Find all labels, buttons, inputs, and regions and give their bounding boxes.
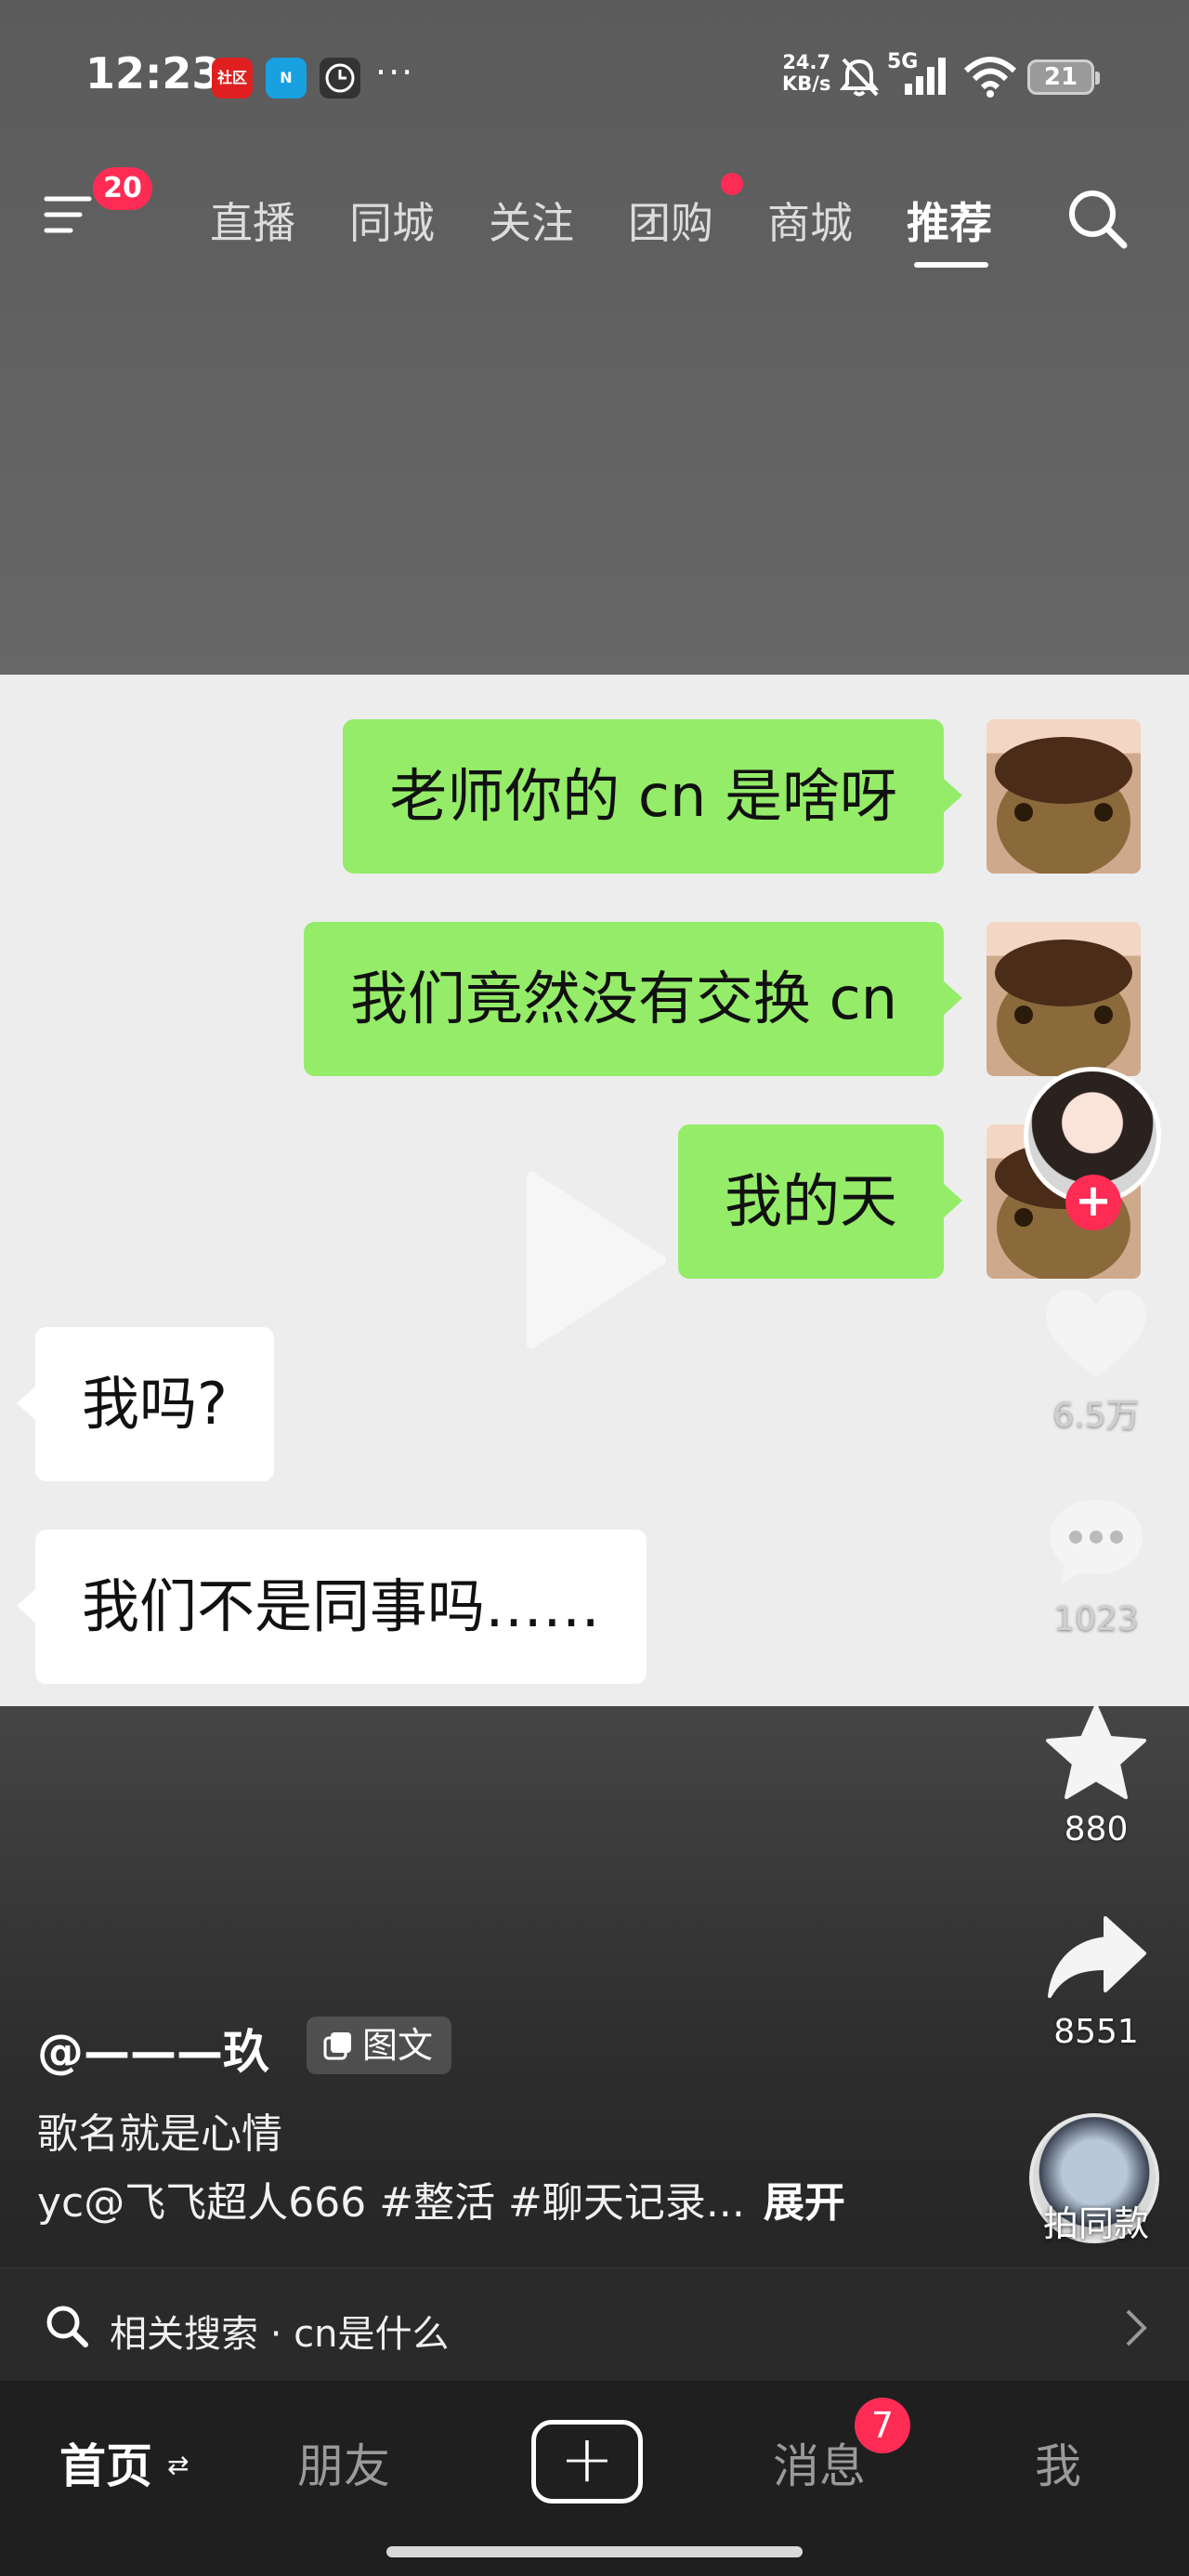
chevron-right-icon — [1126, 2309, 1147, 2346]
clock-app-icon — [320, 58, 360, 99]
messages-badge: 7 — [855, 2398, 910, 2453]
bottom-nav: 首页 ⇄ 朋友 + 消息 7 我 — [0, 2381, 1189, 2576]
follow-button[interactable]: + — [1065, 1175, 1121, 1230]
battery-icon: 21 — [1027, 59, 1100, 95]
net-speed-unit: KB/s — [782, 72, 831, 95]
nfc-icon: N — [266, 58, 307, 99]
tab-nearby[interactable]: 同城 — [349, 190, 435, 251]
favorite-count: 880 — [1064, 1810, 1129, 1848]
tab-following[interactable]: 关注 — [489, 190, 574, 251]
community-app-icon: 社区 — [212, 58, 253, 99]
gallery-icon — [323, 2032, 351, 2060]
image-post-tag: 图文 — [307, 2017, 452, 2074]
caption-title: 歌名就是心情 — [37, 2110, 282, 2158]
image-post-label: 图文 — [362, 2025, 434, 2066]
tab-group-buy[interactable]: 团购 — [628, 190, 713, 251]
swap-arrows-icon: ⇄ — [167, 2450, 189, 2480]
wifi-icon — [963, 57, 1017, 98]
active-tab-indicator — [914, 262, 988, 268]
home-indicator[interactable] — [386, 2546, 803, 2557]
net-speed: 24.7 KB/s — [782, 52, 830, 95]
nav-friends[interactable]: 朋友 — [297, 2429, 390, 2496]
net-speed-value: 24.7 — [782, 51, 831, 73]
search-icon[interactable] — [1063, 184, 1133, 255]
related-search-bar[interactable]: 相关搜索 · cn是什么 — [0, 2267, 1189, 2381]
like-heart-icon[interactable] — [1042, 1286, 1150, 1383]
chat-avatar-toad — [986, 922, 1141, 1076]
nav-messages[interactable]: 消息 — [773, 2429, 866, 2496]
caption-body: yc@飞飞超人666 #整活 #聊天记录... 展开 — [37, 2169, 845, 2228]
create-button[interactable]: + — [531, 2420, 643, 2504]
caption-text[interactable]: yc@飞飞超人666 #整活 #聊天记录... — [37, 2179, 745, 2227]
tab-recommended[interactable]: 推荐 — [907, 190, 992, 251]
search-icon — [46, 2306, 88, 2347]
related-search-text: 相关搜索 · cn是什么 — [110, 2313, 450, 2356]
new-content-dot — [721, 173, 743, 195]
status-bar: 12:23 社区 N ··· 24.7 KB/s 5G 21 — [0, 0, 1189, 139]
menu-badge: 20 — [93, 167, 152, 210]
expand-button[interactable]: 展开 — [764, 2179, 845, 2227]
use-template-label[interactable]: 拍同款 — [1022, 2195, 1170, 2246]
nav-me[interactable]: 我 — [1035, 2429, 1081, 2496]
comment-icon[interactable] — [1044, 1494, 1148, 1587]
menu-icon[interactable] — [43, 191, 95, 238]
bell-off-icon — [839, 58, 880, 97]
tab-live[interactable]: 直播 — [210, 190, 295, 251]
author-name[interactable]: @———玖 — [37, 2015, 269, 2082]
tab-mall[interactable]: 商城 — [767, 190, 853, 251]
play-icon — [527, 1172, 666, 1348]
share-count: 8551 — [1053, 2013, 1139, 2051]
chat-bubble-sent: 老师你的 cn 是啥呀 — [343, 719, 962, 874]
chat-bubble-received: 我吗? — [17, 1327, 274, 1481]
clock: 12:23 — [85, 48, 222, 99]
more-notifications-icon: ··· — [375, 52, 415, 93]
favorite-star-icon[interactable] — [1044, 1702, 1148, 1803]
comment-count: 1023 — [1053, 1600, 1139, 1638]
signal-icon — [905, 58, 946, 95]
chat-avatar-toad — [986, 719, 1141, 874]
chat-screenshot-image[interactable]: 老师你的 cn 是啥呀 我们竟然没有交换 cn 我的天 我吗? 我们不是同事吗…… — [0, 675, 1189, 1706]
chat-bubble-sent: 我的天 — [677, 1124, 963, 1279]
chat-bubble-received: 我们不是同事吗…… — [16, 1530, 647, 1684]
share-arrow-icon[interactable] — [1044, 1912, 1148, 2002]
nav-home[interactable]: 首页 — [59, 2429, 152, 2496]
top-nav: 20 直播 同城 关注 团购 商城 推荐 — [0, 167, 1189, 269]
chat-bubble-sent: 我们竟然没有交换 cn — [303, 922, 963, 1076]
like-count: 6.5万 — [1052, 1397, 1140, 1435]
